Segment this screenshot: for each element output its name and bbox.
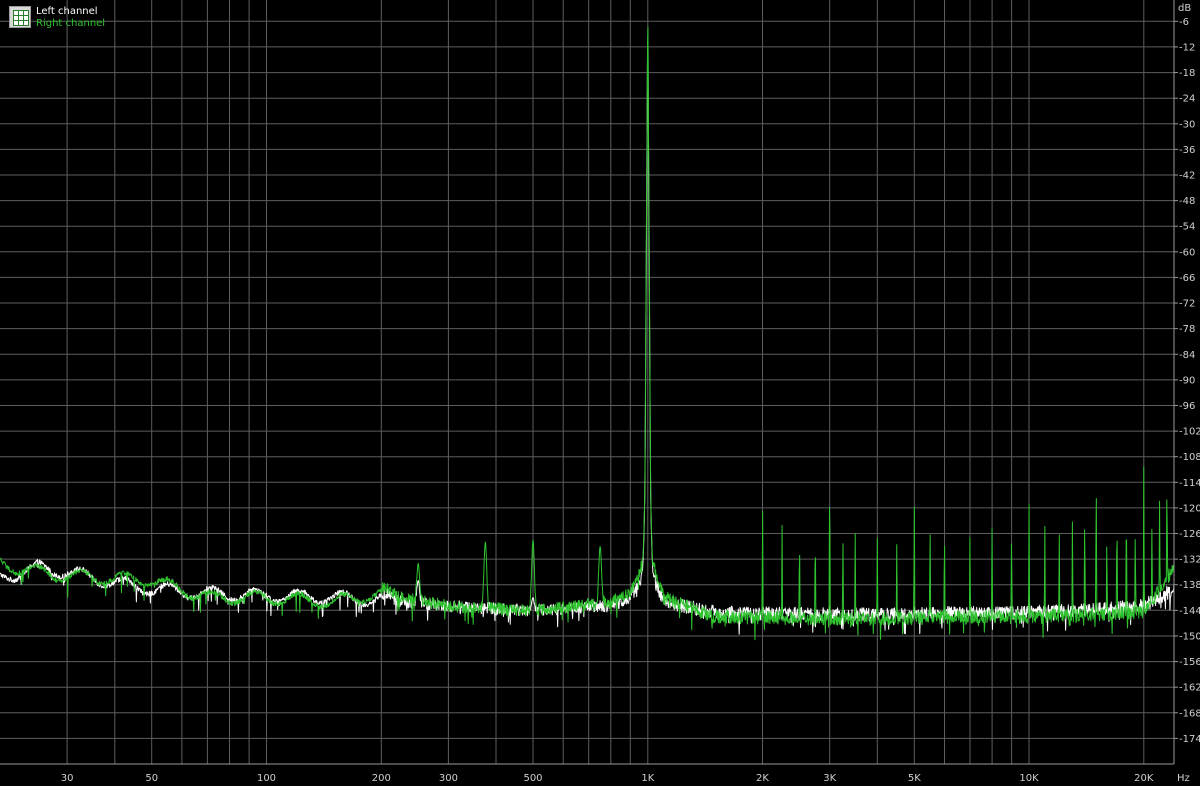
y-tick-label: -84 [1179, 350, 1195, 361]
spectrum-chart: -6 -12 -18 -24 -30 -36 -42 -48 -54 -60 -66 -72 -78 -8… [0, 0, 1200, 786]
y-tick-label: -126 [1179, 529, 1200, 540]
plot-background [0, 0, 1200, 786]
graph-settings-icon[interactable] [9, 6, 31, 28]
y-tick-label: -60 [1179, 247, 1195, 258]
y-tick-label: -42 [1179, 171, 1195, 182]
legend: Left channel Right channel [9, 6, 105, 30]
legend-entries: Left channel Right channel [36, 6, 105, 30]
y-tick-label: -36 [1179, 145, 1195, 156]
y-tick-label: -120 [1179, 503, 1200, 514]
x-tick-label: 2K [756, 773, 769, 784]
y-tick-label: -54 [1179, 222, 1195, 233]
x-tick-label: 500 [523, 773, 542, 784]
y-tick-label: -132 [1179, 555, 1200, 566]
y-unit-label: dB [1178, 3, 1191, 14]
x-tick-label: 5K [908, 773, 921, 784]
y-tick-label: -162 [1179, 683, 1200, 694]
y-tick-label: -96 [1179, 401, 1195, 412]
y-tick-label: -72 [1179, 299, 1195, 310]
x-tick-label: 100 [257, 773, 276, 784]
y-tick-label: -114 [1179, 478, 1200, 489]
y-tick-label: -6 [1179, 17, 1189, 28]
y-tick-label: -108 [1179, 452, 1200, 463]
y-tick-label: -12 [1179, 42, 1195, 53]
x-tick-label: 200 [372, 773, 391, 784]
x-tick-label: 30 [61, 773, 74, 784]
y-tick-label: -102 [1179, 427, 1200, 438]
y-tick-label: -174 [1179, 734, 1200, 745]
y-tick-label: -150 [1179, 632, 1200, 643]
y-tick-label: -138 [1179, 580, 1200, 591]
y-tick-label: -66 [1179, 273, 1195, 284]
legend-entry-left-channel[interactable]: Left channel [36, 6, 105, 18]
x-tick-label: 300 [439, 773, 458, 784]
x-tick-label: 10K [1019, 773, 1039, 784]
y-tick-label: -48 [1179, 196, 1195, 207]
y-tick-label: -78 [1179, 324, 1195, 335]
y-tick-label: -144 [1179, 606, 1200, 617]
y-tick-label: -168 [1179, 708, 1200, 719]
y-tick-label: -18 [1179, 68, 1195, 79]
x-tick-label: 50 [145, 773, 158, 784]
x-tick-label: 1K [641, 773, 654, 784]
x-tick-label: 20K [1134, 773, 1154, 784]
y-tick-label: -24 [1179, 94, 1195, 105]
x-tick-label: 3K [823, 773, 836, 784]
legend-entry-right-channel[interactable]: Right channel [36, 18, 105, 30]
y-tick-label: -156 [1179, 657, 1200, 668]
y-tick-label: -30 [1179, 119, 1195, 130]
x-unit-label: Hz [1177, 773, 1190, 784]
y-tick-label: -90 [1179, 375, 1195, 386]
